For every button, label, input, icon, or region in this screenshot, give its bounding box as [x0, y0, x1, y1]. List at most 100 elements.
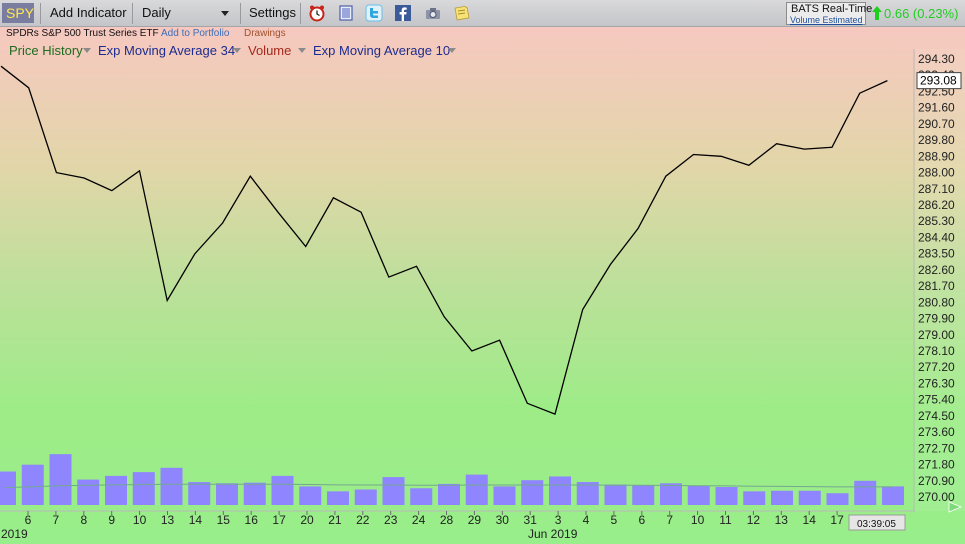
x-tick-label: 3: [555, 513, 562, 527]
price-change: 0.66 (0.23%): [884, 6, 959, 21]
x-tick-label: 31: [524, 513, 538, 527]
feed-subtitle[interactable]: Volume Estimated: [790, 15, 863, 25]
price-line: [0, 65, 888, 415]
y-tick-label: 281.70: [918, 279, 955, 293]
x-tick-label: 8: [80, 513, 87, 527]
x-period-label: 2019: [1, 527, 28, 541]
x-tick-label: 9: [108, 513, 115, 527]
volume-bar: [0, 471, 16, 505]
y-tick-label: 285.30: [918, 214, 955, 228]
x-tick-label: 28: [440, 513, 454, 527]
feed-title: BATS Real-Time: [791, 3, 873, 15]
volume-bar: [382, 477, 405, 505]
volume-bar: [132, 472, 155, 505]
y-tick-label: 290.70: [918, 117, 955, 131]
y-tick-label: 284.40: [918, 230, 955, 244]
x-tick-label: 24: [412, 513, 426, 527]
x-tick-label: 10: [691, 513, 705, 527]
y-tick-label: 283.50: [918, 247, 955, 261]
y-tick-label: 278.10: [918, 344, 955, 358]
x-tick-label: 21: [328, 513, 342, 527]
x-tick-label: 13: [161, 513, 175, 527]
separator: [132, 3, 133, 24]
y-tick-label: 294.30: [918, 52, 955, 66]
volume-bar: [410, 488, 433, 505]
volume-bar: [715, 487, 738, 505]
last-price-label: 293.08: [920, 74, 957, 88]
y-tick-label: 288.90: [918, 149, 955, 163]
y-tick-label: 272.70: [918, 441, 955, 455]
camera-icon[interactable]: [424, 4, 442, 22]
y-tick-label: 276.30: [918, 376, 955, 390]
volume-bar: [465, 474, 488, 505]
x-tick-label: 23: [384, 513, 398, 527]
x-tick-label: 14: [189, 513, 203, 527]
volume-bar: [243, 482, 266, 505]
x-tick-label: 10: [133, 513, 147, 527]
x-tick-label: 16: [245, 513, 259, 527]
chevron-down-icon[interactable]: [221, 11, 229, 16]
volume-bar: [493, 486, 516, 505]
volume-bar: [21, 464, 44, 505]
alarm-clock-icon[interactable]: [308, 4, 326, 22]
volume-bar: [771, 490, 793, 505]
interval-select[interactable]: Daily: [142, 5, 171, 20]
y-tick-label: 288.00: [918, 166, 955, 180]
x-tick-label: 20: [300, 513, 314, 527]
volume-bar: [604, 484, 627, 505]
x-tick-label: 14: [803, 513, 817, 527]
y-tick-label: 287.10: [918, 182, 955, 196]
y-tick-label: 279.00: [918, 328, 955, 342]
add-indicator-button[interactable]: Add Indicator: [50, 5, 127, 20]
x-tick-label: 6: [638, 513, 645, 527]
volume-bar: [77, 479, 100, 505]
y-tick-label: 271.80: [918, 458, 955, 472]
y-tick-label: 279.90: [918, 312, 955, 326]
x-tick-label: 17: [272, 513, 286, 527]
volume-bar: [160, 467, 183, 505]
y-tick-label: 280.80: [918, 295, 955, 309]
volume-bar: [826, 493, 849, 505]
volume-bar: [521, 480, 544, 505]
x-tick-label: 7: [666, 513, 673, 527]
facebook-icon[interactable]: [394, 4, 412, 22]
time-label: 03:39:05: [857, 519, 896, 530]
x-tick-label: 13: [775, 513, 789, 527]
price-chart[interactable]: 294.30293.40292.50291.60290.70289.80288.…: [0, 27, 965, 544]
x-period-label: Jun 2019: [528, 527, 578, 541]
volume-bar: [438, 483, 460, 505]
toolbar: SPY Add Indicator Daily Settings BATS Re…: [0, 0, 965, 27]
twitter-icon[interactable]: [365, 4, 383, 22]
x-tick-label: 6: [25, 513, 32, 527]
note-icon[interactable]: [453, 4, 471, 22]
volume-bar: [632, 485, 655, 505]
y-tick-label: 277.20: [918, 360, 955, 374]
y-tick-label: 274.50: [918, 409, 955, 423]
volume-bar: [327, 491, 349, 505]
notebook-icon[interactable]: [337, 4, 355, 22]
y-tick-label: 273.60: [918, 425, 955, 439]
settings-button[interactable]: Settings: [249, 5, 296, 20]
up-arrow-icon: [872, 6, 882, 20]
volume-bar: [299, 486, 322, 505]
volume-bar: [743, 491, 766, 505]
volume-bar: [49, 454, 72, 505]
separator: [240, 3, 241, 24]
separator: [40, 3, 41, 24]
realtime-feed-badge[interactable]: BATS Real-Time Volume Estimated: [786, 2, 872, 25]
symbol-field[interactable]: SPY: [2, 3, 34, 23]
y-tick-label: 286.20: [918, 198, 955, 212]
volume-bar: [271, 475, 294, 505]
y-tick-label: 282.60: [918, 263, 955, 277]
x-tick-label: 4: [583, 513, 590, 527]
x-tick-label: 17: [830, 513, 844, 527]
x-tick-label: 5: [611, 513, 618, 527]
volume-bar: [798, 490, 821, 505]
volume-bar: [188, 482, 211, 505]
y-tick-label: 275.40: [918, 393, 955, 407]
volume-bar: [660, 483, 682, 505]
volume-bar: [882, 486, 904, 505]
x-tick-label: 29: [468, 513, 482, 527]
x-tick-label: 12: [747, 513, 761, 527]
chart-area[interactable]: SPDRs S&P 500 Trust Series ETF Add to Po…: [0, 27, 965, 544]
